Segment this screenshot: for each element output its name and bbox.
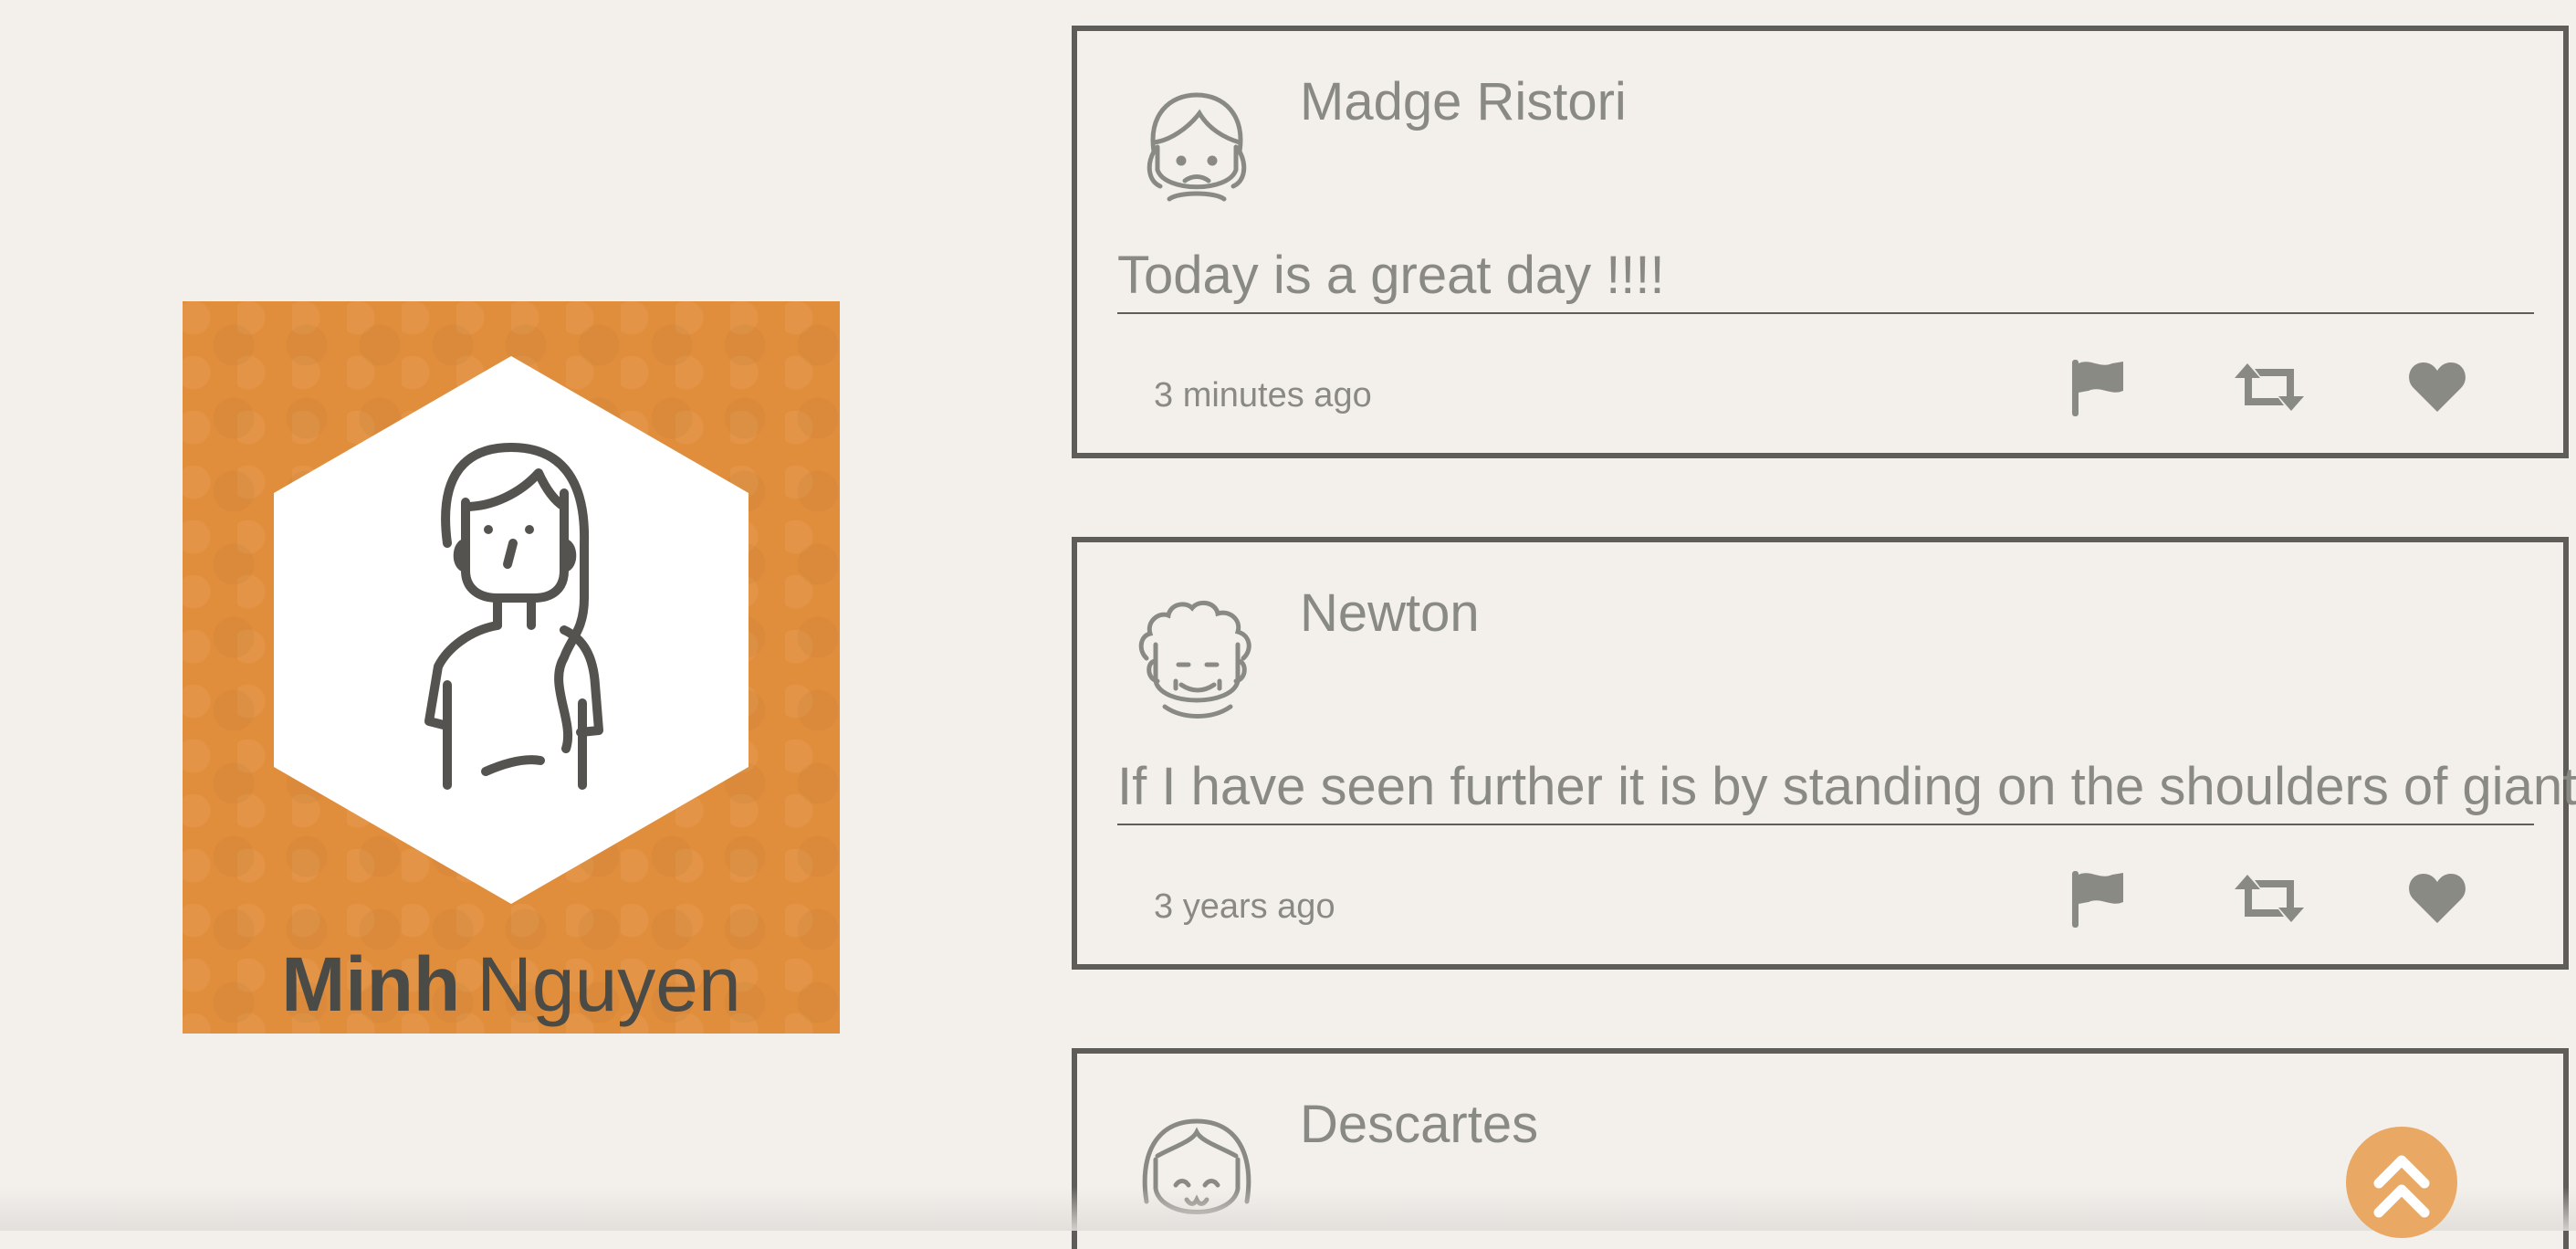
profile-name: Minh Nguyen — [183, 946, 840, 1023]
post-card: Newton If I have seen further it is by s… — [1072, 537, 2576, 970]
profile-avatar — [274, 356, 749, 904]
retweet-icon — [2235, 875, 2304, 922]
retweet-button[interactable] — [2233, 351, 2306, 424]
double-chevron-up-icon — [2373, 1155, 2430, 1218]
profile-card: Minh Nguyen — [183, 301, 840, 1034]
heart-icon — [2409, 874, 2466, 923]
post-author[interactable]: Newton — [1300, 583, 1480, 644]
profile-last-name: Nguyen — [476, 941, 741, 1027]
curly-hair-avatar-icon — [1138, 600, 1251, 719]
flag-icon — [2072, 871, 2123, 928]
post-message: Today is a great day !!!! — [1117, 246, 1665, 305]
retweet-icon — [2235, 363, 2304, 411]
girl-avatar-icon — [1147, 92, 1247, 202]
scroll-to-top-button[interactable] — [2346, 1127, 2457, 1238]
post-divider — [1117, 824, 2534, 825]
profile-first-name: Minh — [281, 941, 461, 1027]
post-divider — [1117, 312, 2534, 314]
post-message: If I have seen further it is by standing… — [1117, 757, 2576, 816]
bottom-shadow — [0, 1187, 2576, 1231]
like-button[interactable] — [2401, 862, 2474, 935]
post-timestamp: 3 years ago — [1154, 887, 1335, 926]
post-author[interactable]: Madge Ristori — [1300, 71, 1627, 132]
heart-icon — [2409, 362, 2466, 412]
post-timestamp: 3 minutes ago — [1154, 376, 1372, 415]
post-author[interactable]: Descartes — [1300, 1094, 1538, 1155]
like-button[interactable] — [2401, 351, 2474, 424]
retweet-button[interactable] — [2233, 862, 2306, 935]
post-card: Madge Ristori Today is a great day !!!! … — [1072, 26, 2569, 458]
flag-button[interactable] — [2061, 862, 2134, 935]
flag-icon — [2072, 360, 2123, 416]
flag-button[interactable] — [2061, 351, 2134, 424]
